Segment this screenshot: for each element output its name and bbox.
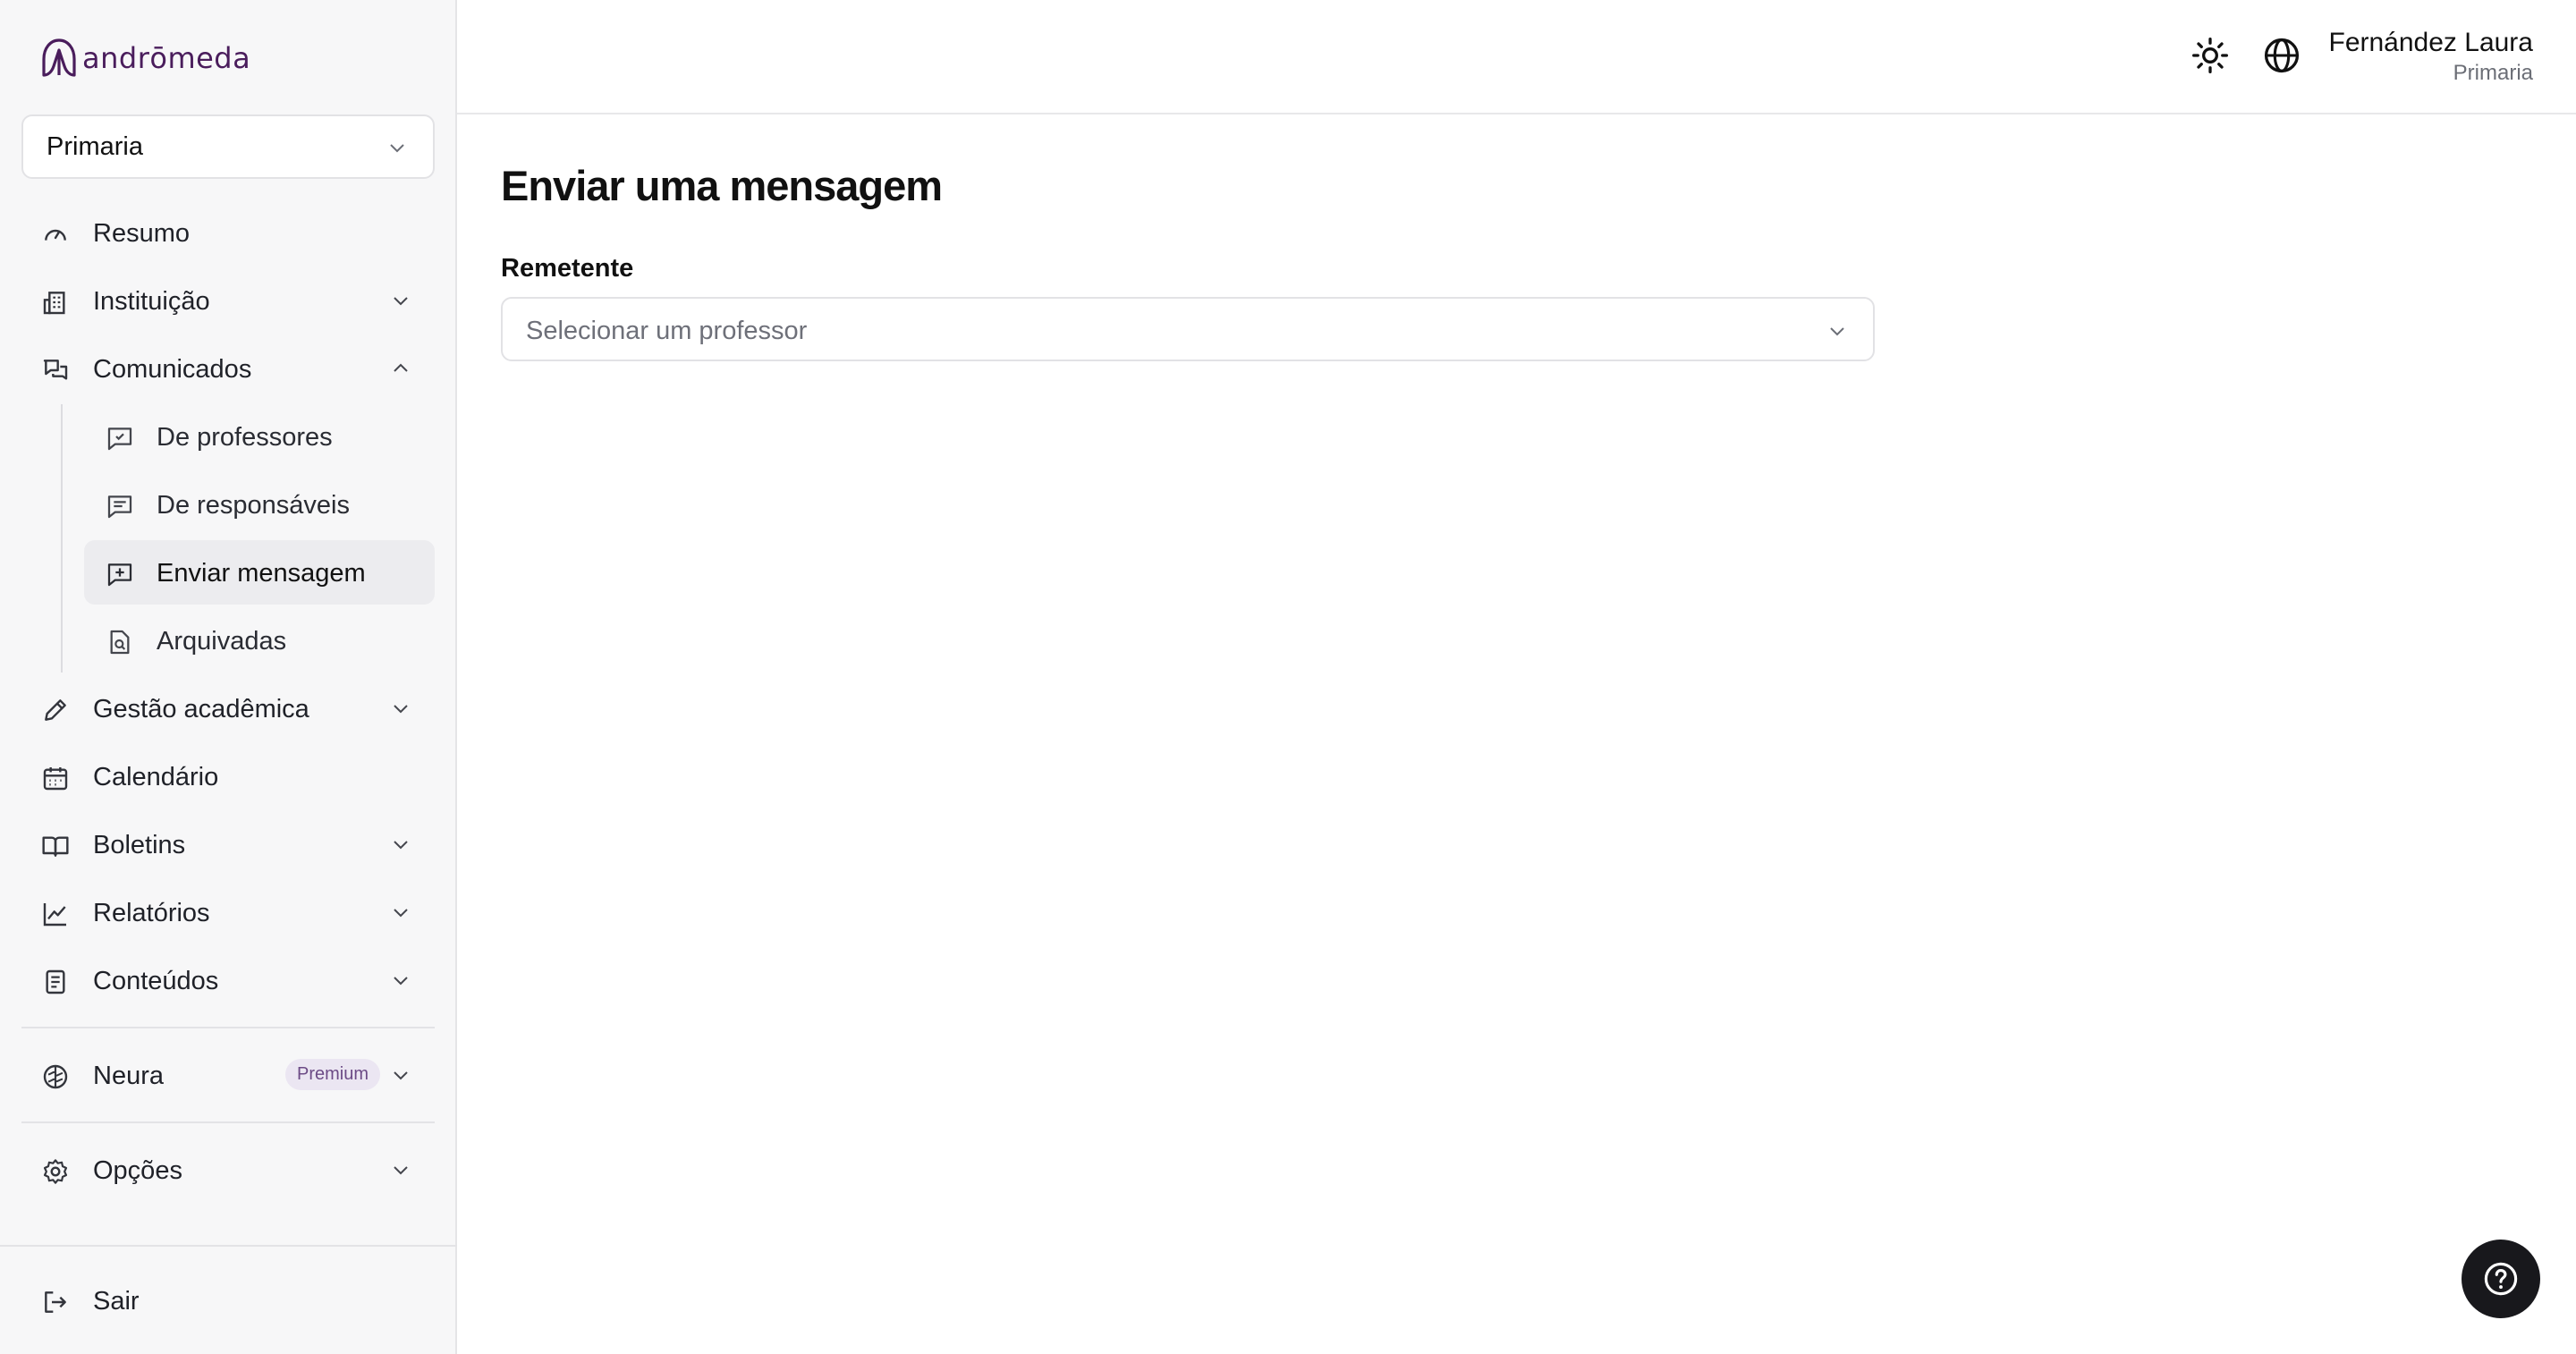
message-text-icon — [107, 495, 132, 519]
chevron-down-icon — [394, 1166, 408, 1175]
file-search-icon — [110, 630, 130, 655]
sidebar-item-comunicados[interactable]: Comunicados — [21, 336, 435, 401]
sidebar-item-label: Instituição — [93, 287, 210, 316]
sidebar-divider — [21, 1121, 435, 1123]
globe-icon — [2264, 38, 2300, 73]
chevron-down-icon — [394, 909, 408, 918]
level-selector[interactable]: Primaria — [21, 114, 435, 179]
sidebar-item-boletins[interactable]: Boletins — [21, 812, 435, 876]
building-icon — [43, 292, 65, 315]
top-header: Fernández Laura Primaria — [457, 0, 2576, 114]
sidebar-item-instituicao[interactable]: Instituição — [21, 268, 435, 333]
chevron-down-icon — [394, 841, 408, 850]
user-role: Primaria — [2453, 61, 2533, 85]
gauge-icon — [45, 229, 66, 241]
sender-label: Remetente — [501, 254, 634, 283]
help-button[interactable] — [2462, 1240, 2540, 1318]
calendar-icon — [43, 767, 68, 791]
chevron-down-icon — [1830, 327, 1844, 336]
logo[interactable]: andrōmeda — [39, 38, 250, 79]
sidebar-subitem-arquivadas[interactable]: Arquivadas — [84, 608, 435, 673]
sidebar-subitem-label: Enviar mensagem — [157, 559, 366, 588]
sidebar-item-conteudos[interactable]: Conteúdos — [21, 948, 435, 1012]
chevron-down-icon — [394, 1071, 408, 1080]
sidebar-item-label: Conteúdos — [93, 967, 219, 995]
book-open-icon — [42, 836, 69, 857]
message-plus-icon — [107, 563, 132, 587]
sidebar-item-label: Resumo — [93, 219, 190, 248]
pencil-icon — [45, 699, 66, 721]
messages-icon — [43, 360, 68, 380]
message-check-icon — [107, 427, 132, 451]
notebook-icon — [46, 969, 65, 994]
andromeda-logo-icon — [42, 38, 76, 77]
sender-select-placeholder: Selecionar um professor — [526, 317, 808, 345]
sidebar-item-label: Gestão acadêmica — [93, 695, 309, 724]
sender-select[interactable]: Selecionar um professor — [501, 297, 1875, 361]
sidebar-subitem-enviar-mensagem[interactable]: Enviar mensagem — [84, 540, 435, 605]
sidebar-item-opcoes[interactable]: Opções — [21, 1138, 435, 1202]
sidebar-item-calendario[interactable]: Calendário — [21, 744, 435, 808]
sidebar-subitem-label: De responsáveis — [157, 491, 350, 520]
chevron-down-icon — [394, 297, 408, 306]
sun-icon — [2192, 38, 2228, 73]
brain-icon — [43, 1064, 68, 1089]
user-name: Fernández Laura — [2328, 28, 2534, 57]
sidebar-item-gestao-academica[interactable]: Gestão acadêmica — [21, 676, 435, 740]
premium-badge: Premium — [285, 1059, 381, 1090]
sidebar-item-label: Sair — [93, 1287, 140, 1316]
sidebar-footer-divider — [0, 1245, 457, 1247]
sidebar-item-label: Calendário — [93, 763, 219, 791]
sidebar-item-resumo[interactable]: Resumo — [21, 200, 435, 265]
sidebar-item-sair[interactable]: Sair — [21, 1268, 435, 1333]
logo-text: andrōmeda — [82, 41, 251, 75]
help-circle-icon — [2484, 1262, 2518, 1296]
sidebar-subitem-de-responsaveis[interactable]: De responsáveis — [84, 472, 435, 537]
chevron-up-icon — [394, 363, 408, 372]
submenu-guide-line — [61, 404, 63, 673]
sidebar-item-relatorios[interactable]: Relatórios — [21, 880, 435, 944]
level-selector-value: Primaria — [47, 131, 143, 161]
chevron-down-icon — [394, 705, 408, 714]
sidebar-subitem-label: De professores — [157, 423, 333, 452]
chevron-down-icon — [390, 144, 404, 153]
sidebar-item-label: Relatórios — [93, 899, 210, 927]
sidebar-item-label: Boletins — [93, 831, 186, 859]
sidebar-item-label: Comunicados — [93, 355, 252, 384]
sidebar-item-neura[interactable]: Neura Premium — [21, 1043, 435, 1107]
sidebar-subitem-label: Arquivadas — [157, 627, 287, 656]
sidebar-item-label: Opções — [93, 1156, 182, 1185]
sidebar-subitem-de-professores[interactable]: De professores — [84, 404, 435, 469]
sidebar-item-label: Neura — [93, 1062, 164, 1090]
logout-icon — [45, 1291, 66, 1313]
line-chart-icon — [43, 903, 66, 927]
theme-toggle-button[interactable] — [2190, 36, 2230, 75]
gear-icon — [43, 1159, 68, 1184]
language-button[interactable] — [2262, 36, 2301, 75]
sidebar-divider — [21, 1027, 435, 1028]
page-title: Enviar uma mensagem — [501, 162, 943, 209]
chevron-down-icon — [394, 977, 408, 986]
sidebar: andrōmeda Primaria Resumo Instituição Co… — [0, 0, 457, 1354]
